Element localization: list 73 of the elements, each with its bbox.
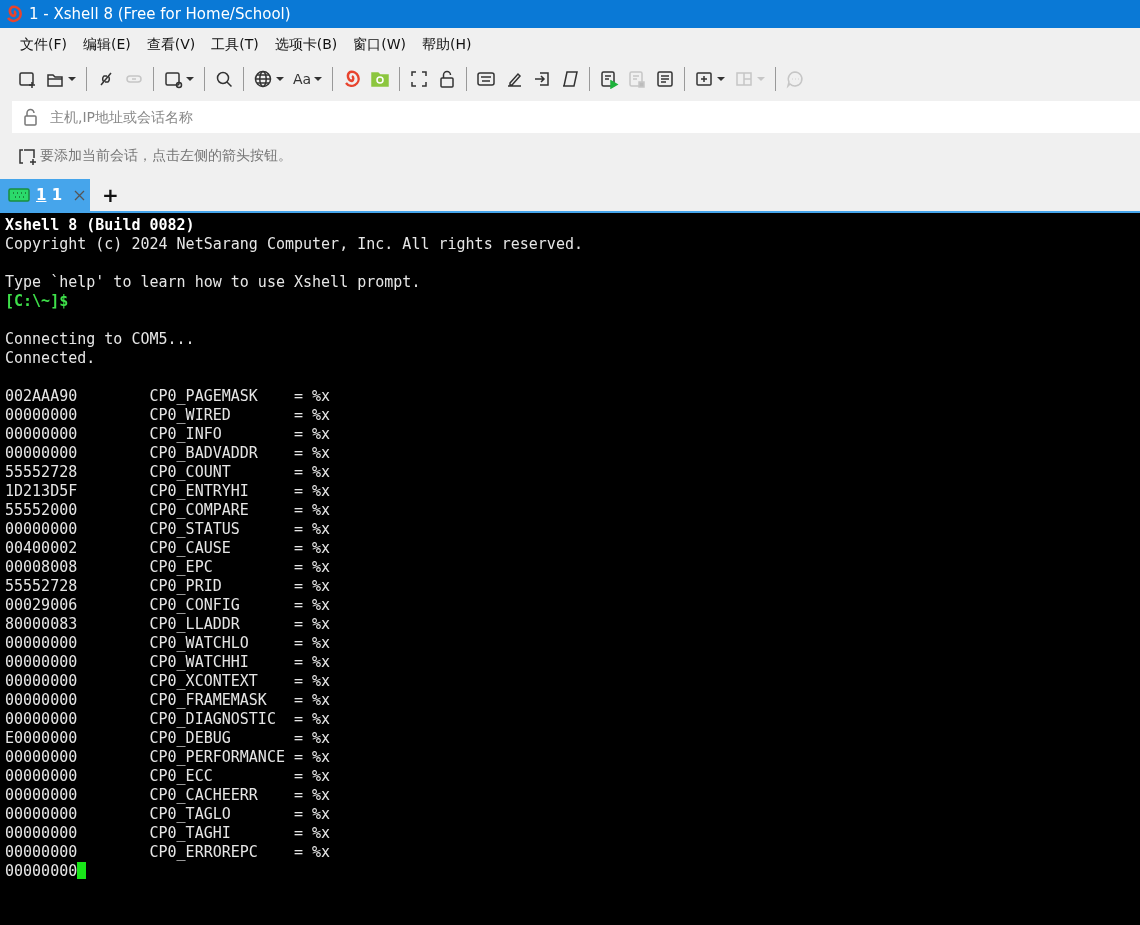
terminal-line: 00000000 CP0_WATCHLO = %x	[5, 634, 331, 652]
terminal-line: 00000000 CP0_PERFORMANCE = %x	[5, 748, 331, 766]
menu-item[interactable]: 帮助(H)	[414, 35, 480, 54]
close-icon[interactable]	[74, 189, 86, 201]
terminal-line: 00008008 CP0_EPC = %x	[5, 558, 331, 576]
terminal-line: 00000000	[5, 862, 78, 880]
menu-item[interactable]: 选项卡(B)	[266, 35, 346, 54]
terminal-line: Copyright (c) 2024 NetSarang Computer, Inc. All rights reserved.	[5, 235, 583, 253]
terminal-line: Xshell 8 (Build 0082)	[5, 216, 195, 234]
swirl-logo-icon	[4, 4, 24, 24]
tab-label: 1 1	[36, 186, 63, 204]
folder-sync-icon	[370, 69, 391, 89]
menu-item[interactable]: 文件(F)	[12, 35, 75, 54]
terminal-line: Connected.	[5, 349, 96, 367]
terminal-line: E0000000 CP0_DEBUG = %x	[5, 729, 331, 747]
add-session-icon	[18, 147, 36, 165]
menu-item[interactable]: 编辑(E)	[75, 35, 139, 54]
caret-icon	[313, 76, 324, 82]
keyboard-icon	[8, 187, 30, 203]
caret-icon	[275, 76, 285, 82]
terminal-line: 00000000 CP0_WATCHHI = %x	[5, 653, 331, 671]
document-play-icon	[599, 69, 620, 89]
terminal-line: 00400002 CP0_CAUSE = %x	[5, 539, 331, 557]
scroll-icon	[560, 69, 581, 89]
terminal-line: 00000000 CP0_TAGLO = %x	[5, 805, 331, 823]
document-icon	[655, 69, 676, 89]
terminal-line: 00029006 CP0_CONFIG = %x	[5, 596, 331, 614]
globe-icon	[253, 69, 273, 89]
terminal-line: [C:\~]$	[5, 292, 69, 310]
terminal-line: 1D213D5F CP0_ENTRYHI = %x	[5, 482, 331, 500]
terminal-line: Type `help' to learn how to use Xshell prompt.	[5, 273, 421, 291]
caret-icon	[716, 76, 727, 82]
terminal-line: 00000000 CP0_INFO = %x	[5, 425, 331, 443]
caret-icon	[756, 76, 767, 82]
menu-item[interactable]: 工具(T)	[203, 35, 267, 54]
swirl-icon	[342, 69, 363, 89]
terminal-line: 00000000 CP0_ECC = %x	[5, 767, 331, 785]
chat-bubble-icon	[785, 69, 806, 89]
menu-item[interactable]: 窗口(W)	[345, 35, 415, 54]
terminal-line: Connecting to COM5...	[5, 330, 195, 348]
window-title: 1 - Xshell 8 (Free for Home/School)	[29, 5, 291, 23]
layout-icon	[734, 69, 755, 89]
expand-icon	[409, 69, 430, 89]
terminal-line: 00000000 CP0_XCONTEXT = %x	[5, 672, 331, 690]
terminal-line: 00000000 CP0_WIRED = %x	[5, 406, 331, 424]
terminal-line: 00000000 CP0_BADVADDR = %x	[5, 444, 331, 462]
caret-icon	[185, 76, 195, 82]
lock-icon	[22, 108, 40, 126]
new-session-icon	[17, 69, 37, 89]
terminal-line: 00000000 CP0_CACHEERR = %x	[5, 786, 331, 804]
font-button[interactable]: Aa	[290, 65, 327, 93]
terminal-line: 00000000 CP0_ERROREPC = %x	[5, 843, 331, 861]
window-gear-icon	[163, 69, 183, 89]
terminal-line: 55552000 CP0_COMPARE = %x	[5, 501, 331, 519]
plus-box-icon	[694, 69, 715, 89]
terminal-line: 002AAA90 CP0_PAGEMASK = %x	[5, 387, 331, 405]
new-tab-button[interactable]: +	[90, 179, 131, 211]
terminal-line: 55552728 CP0_PRID = %x	[5, 577, 331, 595]
menu-item[interactable]: 查看(V)	[138, 35, 204, 54]
terminal-line: 00000000 CP0_STATUS = %x	[5, 520, 331, 538]
caret-icon	[67, 76, 77, 82]
terminal-line: 55552728 CP0_COUNT = %x	[5, 463, 331, 481]
address-input[interactable]: 主机,IP地址或会话名称	[48, 108, 1140, 126]
terminal-line: 00000000 CP0_TAGHI = %x	[5, 824, 331, 842]
hint-text: 要添加当前会话，点击左侧的箭头按钮。	[40, 147, 292, 165]
text-cursor	[77, 862, 87, 879]
keyboard-icon	[476, 69, 497, 89]
terminal-line: 80000083 CP0_LLADDR = %x	[5, 615, 331, 633]
terminal-line: 00000000 CP0_DIAGNOSTIC = %x	[5, 710, 331, 728]
search-icon	[214, 69, 234, 89]
terminal-line: 00000000 CP0_FRAMEMASK = %x	[5, 691, 331, 709]
document-stop-icon	[627, 69, 648, 89]
address-bar[interactable]: 主机,IP地址或会话名称	[12, 101, 1140, 133]
